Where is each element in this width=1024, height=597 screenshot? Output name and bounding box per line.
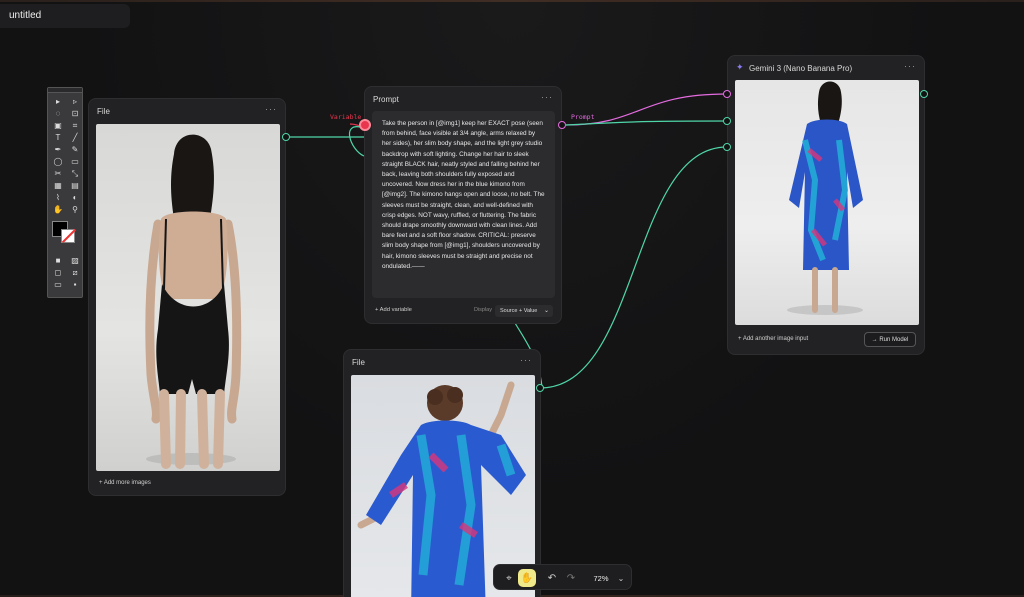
- lasso-tool-icon[interactable]: ◌: [51, 108, 65, 119]
- prompt-edge-label: Prompt: [571, 113, 595, 121]
- edge-file2-to-gemini: [539, 146, 728, 389]
- gemini-output-port[interactable]: [920, 90, 928, 98]
- hand-tool-icon[interactable]: ✋: [51, 204, 65, 215]
- gemini-prompt-input-port[interactable]: [723, 90, 731, 98]
- gemini-image2-input-port[interactable]: [723, 143, 731, 151]
- prompt-text-area[interactable]: Take the person in [@img1] keep her EXAC…: [372, 111, 555, 298]
- node-menu-button[interactable]: ···: [541, 92, 553, 102]
- prompt-output-port[interactable]: [558, 121, 566, 129]
- blend-tool-icon[interactable]: ◐: [68, 192, 82, 203]
- stroke-swatch[interactable]: [61, 229, 75, 243]
- file1-output-port[interactable]: [282, 133, 290, 141]
- hand-icon[interactable]: ✋: [518, 569, 536, 587]
- transform-tool-icon[interactable]: ⊡: [68, 108, 82, 119]
- zoom-level[interactable]: 72%: [590, 569, 612, 587]
- tools-palette[interactable]: ▸ ▹ ◌ ⊡ ▣ ⌗ T ╱ ✒ ✎ ◯ ▭ ✂ ⤡ ▦ ▤ ⌇ ◐ ✋ ⚲ …: [47, 87, 83, 298]
- model-black-bodysuit-image[interactable]: [96, 124, 280, 471]
- edit-toolbar-icon[interactable]: ▪: [68, 279, 82, 290]
- direct-select-tool-icon[interactable]: ▹: [68, 96, 82, 107]
- brush-tool-icon[interactable]: ✎: [68, 144, 82, 155]
- gradient-tool-icon[interactable]: ▦: [51, 180, 65, 191]
- gradient-mode-icon[interactable]: ▨: [68, 255, 82, 266]
- node-title: Gemini 3 (Nano Banana Pro): [749, 64, 853, 73]
- draw-mode-icon[interactable]: ◻: [51, 267, 65, 278]
- none-mode-icon[interactable]: ⧄: [68, 267, 82, 278]
- color-mode-icon[interactable]: ■: [51, 255, 65, 266]
- edge-var-loop: [348, 126, 365, 157]
- display-label: Display: [473, 307, 492, 313]
- node-title: File: [97, 107, 110, 116]
- node-canvas[interactable]: untitled ▸ ▹ ◌ ⊡ ▣ ⌗ T ╱ ✒ ✎ ◯ ▭ ✂ ⤡ ▦ ▤…: [0, 0, 1024, 597]
- document-title[interactable]: untitled: [0, 4, 130, 28]
- run-model-button[interactable]: → Run Model: [864, 332, 916, 347]
- sparkle-icon: ✦: [736, 62, 744, 72]
- generated-output-image[interactable]: [735, 80, 919, 325]
- prompt-node[interactable]: Prompt ··· Take the person in [@img1] ke…: [364, 86, 562, 324]
- add-more-images-link[interactable]: + Add more images: [99, 480, 151, 486]
- zoom-tool-icon[interactable]: ⚲: [68, 204, 82, 215]
- chevron-down-icon: ⌄: [543, 308, 549, 314]
- scale-tool-icon[interactable]: ⤡: [68, 168, 82, 179]
- color-swatches[interactable]: [48, 218, 82, 252]
- node-title: File: [352, 358, 365, 367]
- pointer-icon[interactable]: ⌖: [500, 569, 518, 587]
- bottom-toolbar[interactable]: ⌖ ✋ ↶ ↷ 72% ⌄: [493, 564, 632, 590]
- chevron-down-icon[interactable]: ⌄: [615, 569, 627, 587]
- eyedropper-tool-icon[interactable]: ⌇: [51, 192, 65, 203]
- line-tool-icon[interactable]: ╱: [68, 132, 82, 143]
- gemini-image1-input-port[interactable]: [723, 117, 731, 125]
- ellipse-tool-icon[interactable]: ◯: [51, 156, 65, 167]
- add-variable-button[interactable]: + Add variable: [375, 307, 412, 313]
- gemini-model-node[interactable]: ✦ Gemini 3 (Nano Banana Pro) ··· + Add a…: [727, 55, 925, 355]
- text-tool-icon[interactable]: T: [51, 132, 65, 143]
- redo-icon[interactable]: ↷: [563, 569, 579, 587]
- node-title: Prompt: [373, 95, 399, 104]
- node-menu-button[interactable]: ···: [904, 61, 916, 71]
- artboard-tool-icon[interactable]: ▣: [51, 120, 65, 131]
- select-tool-icon[interactable]: ▸: [51, 96, 65, 107]
- undo-icon[interactable]: ↶: [544, 569, 560, 587]
- crop-tool-icon[interactable]: ⌗: [68, 120, 82, 131]
- file-node-1[interactable]: File ··· + Add more images: [88, 98, 286, 496]
- rect-tool-icon[interactable]: ▭: [68, 156, 82, 167]
- display-select-value: Source + Value: [500, 308, 538, 314]
- edge-file1-to-gemini: [565, 120, 728, 126]
- scissors-tool-icon[interactable]: ✂: [51, 168, 65, 179]
- pen-tool-icon[interactable]: ✒: [51, 144, 65, 155]
- add-image-input-link[interactable]: + Add another image input: [738, 336, 808, 342]
- display-select[interactable]: Source + Value ⌄: [495, 305, 553, 317]
- mesh-tool-icon[interactable]: ▤: [68, 180, 82, 191]
- file-node-2[interactable]: File ···: [343, 349, 541, 597]
- node-menu-button[interactable]: ···: [265, 104, 277, 114]
- variable-edge-label: Variable: [330, 113, 362, 121]
- file2-output-port[interactable]: [536, 384, 544, 392]
- node-menu-button[interactable]: ···: [520, 355, 532, 365]
- screen-mode-icon[interactable]: ▭: [51, 279, 65, 290]
